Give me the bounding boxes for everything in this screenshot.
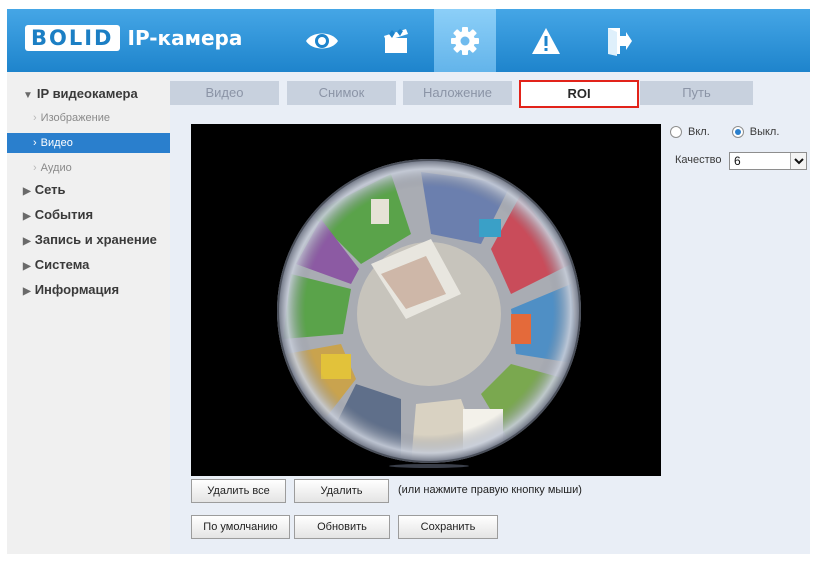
caret-right-icon: ▶	[23, 236, 31, 247]
gear-icon	[451, 26, 479, 55]
roi-off-label: Выкл.	[749, 126, 780, 138]
sidebar-group-label: IP видеокамера	[36, 86, 138, 101]
main-panel: Видео Снимок Наложение ROI Путь Удалить …	[170, 72, 810, 554]
chevron-right-icon: ›	[33, 112, 37, 124]
sidebar-group-storage[interactable]: ▶ Запись и хранение	[7, 229, 170, 251]
caret-right-icon: ▶	[23, 186, 31, 197]
tab-roi[interactable]: ROI	[519, 80, 639, 108]
delete-hint-text: (или нажмите правую кнопку мыши)	[398, 484, 582, 496]
logo-title: IP-камера	[127, 26, 243, 50]
fisheye-image	[277, 159, 581, 468]
sidebar-group-label: Сеть	[34, 182, 66, 197]
caret-right-icon: ▶	[23, 261, 31, 272]
app-window: BOLID IP-камера ▼ IP видеокамера › Изобр…	[0, 0, 817, 563]
tab-video[interactable]: Видео	[170, 81, 279, 105]
sidebar-group-info[interactable]: ▶ Информация	[7, 279, 170, 301]
sidebar-group-network[interactable]: ▶ Сеть	[7, 179, 170, 201]
sidebar-group-events[interactable]: ▶ События	[7, 204, 170, 226]
exit-icon	[608, 27, 632, 56]
chevron-right-icon: ›	[33, 162, 37, 174]
sidebar-group-label: Система	[34, 257, 90, 272]
tab-snapshot[interactable]: Снимок	[287, 81, 396, 105]
tab-path[interactable]: Путь	[640, 81, 753, 105]
sidebar-group-ip-camera[interactable]: ▼ IP видеокамера	[7, 83, 170, 105]
top-bar: BOLID IP-камера	[7, 9, 810, 72]
logo-brand: BOLID	[25, 25, 120, 51]
delete-button[interactable]: Удалить	[294, 479, 389, 503]
tab-overlay[interactable]: Наложение	[403, 81, 512, 105]
refresh-button[interactable]: Обновить	[294, 515, 390, 539]
sidebar-item-label: Видео	[40, 137, 73, 149]
nav-alarm[interactable]	[515, 9, 577, 72]
chevron-down-icon	[790, 153, 806, 169]
sidebar-item-image[interactable]: › Изображение	[7, 108, 170, 128]
delete-all-button[interactable]: Удалить все	[191, 479, 286, 503]
warning-icon	[532, 27, 560, 54]
sidebar: ▼ IP видеокамера › Изображение › Видео › Ауд…	[7, 72, 170, 554]
sidebar-group-label: Информация	[34, 282, 120, 297]
quality-label: Качество	[675, 154, 722, 166]
nav-settings[interactable]	[434, 9, 496, 72]
sidebar-group-label: События	[34, 207, 94, 222]
caret-right-icon: ▶	[23, 286, 31, 297]
roi-toggle: Вкл. Выкл.	[670, 126, 779, 138]
logo: BOLID IP-камера	[25, 23, 242, 53]
video-preview[interactable]	[191, 124, 661, 476]
roi-on-label: Вкл.	[688, 126, 710, 138]
sidebar-item-label: Аудио	[40, 162, 72, 174]
sidebar-item-audio[interactable]: › Аудио	[7, 158, 170, 178]
quality-select[interactable]: 6	[729, 152, 807, 170]
roi-on-radio[interactable]	[670, 126, 682, 138]
eye-icon	[306, 33, 338, 48]
sidebar-item-video[interactable]: › Видео	[7, 133, 170, 153]
caret-right-icon: ▶	[23, 211, 31, 222]
sidebar-group-label: Запись и хранение	[34, 232, 157, 247]
quality-value: 6	[734, 154, 741, 168]
roi-off-radio[interactable]	[731, 126, 744, 138]
clapper-icon	[384, 28, 408, 53]
nav-logout[interactable]	[588, 9, 650, 72]
default-button[interactable]: По умолчанию	[191, 515, 290, 539]
caret-down-icon: ▼	[23, 90, 33, 101]
sidebar-item-label: Изображение	[40, 112, 110, 124]
chevron-right-icon: ›	[33, 137, 37, 149]
nav-live-view[interactable]	[291, 9, 353, 72]
nav-playback[interactable]	[365, 9, 427, 72]
sidebar-group-system[interactable]: ▶ Система	[7, 254, 170, 276]
save-button[interactable]: Сохранить	[398, 515, 498, 539]
